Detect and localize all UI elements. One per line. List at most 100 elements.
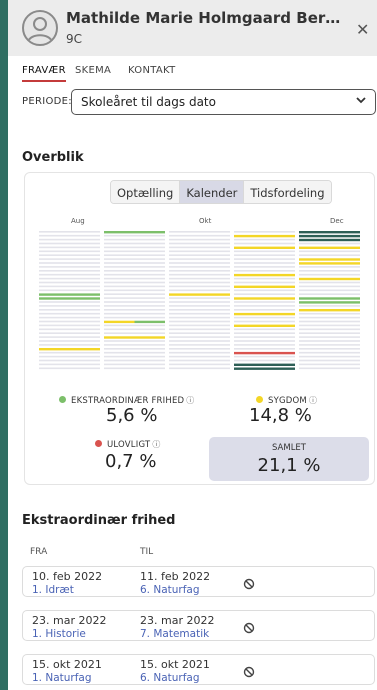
calendar-day	[299, 273, 360, 276]
calendar-day	[39, 340, 100, 342]
calendar-day	[299, 320, 360, 323]
attendance-calendar	[39, 231, 360, 370]
calendar-day	[169, 231, 230, 233]
calendar-day	[169, 348, 230, 350]
calendar-day	[299, 328, 360, 331]
calendar-day	[169, 336, 230, 338]
view-toggle: Optælling Kalender Tidsfordeling	[110, 180, 332, 204]
calendar-day	[234, 281, 295, 284]
calendar-day	[299, 340, 360, 342]
calendar-day	[104, 250, 165, 253]
calendar-day	[299, 250, 360, 253]
segment-tidsfordeling[interactable]: Tidsfordeling	[244, 181, 331, 203]
calendar-day	[234, 277, 295, 280]
calendar-day	[169, 344, 230, 346]
calendar-day	[104, 281, 165, 284]
calendar-day-absence	[234, 246, 295, 249]
calendar-day	[234, 293, 295, 295]
calendar-day	[299, 324, 360, 327]
periode-select[interactable]: Skoleåret til dags dato	[71, 89, 376, 115]
calendar-day	[104, 344, 165, 346]
calendar-day	[39, 324, 100, 327]
calendar-day	[39, 266, 100, 268]
calendar-day-sygdom	[104, 320, 135, 324]
tab-fravaer[interactable]: FRAVÆR	[22, 65, 66, 82]
calendar-day	[104, 305, 165, 307]
calendar-day	[104, 332, 165, 334]
tab-skema[interactable]: SKEMA	[75, 65, 111, 80]
calendar-day	[39, 238, 100, 241]
calendar-day-absence	[299, 231, 360, 234]
calendar-day-absence	[299, 258, 360, 261]
list-item[interactable]: 10. feb 2022 1. Idræt 11. feb 2022 6. Na…	[22, 566, 375, 597]
column-header-til: TIL	[140, 547, 154, 557]
calendar-day	[39, 309, 100, 311]
til-subject: 6. Naturfag	[140, 672, 200, 684]
list-item[interactable]: 15. okt 2021 1. Naturfag 15. okt 2021 6.…	[22, 654, 375, 685]
calendar-day	[169, 242, 230, 245]
calendar-day-absence	[104, 336, 165, 339]
calendar-day	[104, 340, 165, 342]
calendar-day-absence	[299, 262, 360, 265]
tab-kontakt[interactable]: KONTAKT	[128, 65, 176, 80]
calendar-day-absence	[39, 348, 100, 351]
til-subject: 7. Matematik	[140, 628, 210, 640]
calendar-day-absence	[299, 234, 360, 238]
calendar-day	[39, 301, 100, 303]
segment-optaelling[interactable]: Optælling	[111, 181, 181, 203]
ban-icon[interactable]	[243, 663, 255, 682]
calendar-day	[104, 367, 165, 370]
fra-subject: 1. Historie	[32, 628, 86, 640]
calendar-day	[104, 297, 165, 299]
chevron-down-icon	[355, 94, 367, 109]
calendar-day-absence	[299, 301, 360, 304]
calendar-day	[299, 270, 360, 272]
calendar-day	[299, 348, 360, 350]
calendar-day	[104, 273, 165, 276]
ban-icon[interactable]	[243, 619, 255, 638]
calendar-day	[299, 316, 360, 319]
calendar-day	[299, 363, 360, 366]
help-icon[interactable]: ⓘ	[152, 440, 160, 449]
calendar-day	[234, 238, 295, 241]
calendar-day	[299, 254, 360, 256]
calendar-day-absence	[234, 312, 295, 316]
calendar-day-ekstra	[134, 320, 165, 324]
calendar-day	[169, 273, 230, 276]
calendar-day	[234, 262, 295, 264]
calendar-day-absence	[299, 309, 360, 312]
calendar-day	[104, 363, 165, 366]
calendar-day	[39, 332, 100, 334]
calendar-day	[234, 258, 295, 260]
calendar-day	[39, 277, 100, 280]
periode-value: Skoleåret til dags dato	[81, 95, 216, 109]
column-header-fra: FRA	[30, 547, 48, 557]
til-date: 15. okt 2021	[140, 658, 210, 671]
calendar-day	[234, 270, 295, 272]
help-icon[interactable]: ⓘ	[186, 396, 194, 405]
calendar-day	[169, 281, 230, 284]
stat-value-sygdom: 14,8 %	[249, 405, 312, 426]
calendar-day	[104, 351, 165, 354]
calendar-day	[234, 320, 295, 323]
close-icon[interactable]: ✕	[356, 22, 369, 38]
calendar-day	[299, 293, 360, 295]
calendar-day	[39, 258, 100, 260]
ban-icon[interactable]	[243, 575, 255, 594]
calendar-day	[169, 340, 230, 342]
calendar-day	[234, 344, 295, 346]
calendar-day	[39, 355, 100, 358]
segment-kalender[interactable]: Kalender	[180, 181, 245, 203]
calendar-day	[234, 266, 295, 268]
list-item[interactable]: 23. mar 2022 1. Historie 23. mar 2022 7.…	[22, 610, 375, 641]
calendar-day	[39, 285, 100, 288]
calendar-day-absence	[234, 367, 295, 370]
calendar-day	[104, 289, 165, 292]
overblik-title: Overblik	[22, 150, 84, 165]
calendar-day-absence	[104, 231, 165, 234]
student-panel: Mathilde Marie Holmgaard Bernhoft La... …	[8, 0, 377, 690]
help-icon[interactable]: ⓘ	[309, 396, 317, 405]
calendar-day	[234, 254, 295, 256]
calendar-day	[104, 262, 165, 264]
yellow-dot-icon	[256, 396, 263, 403]
